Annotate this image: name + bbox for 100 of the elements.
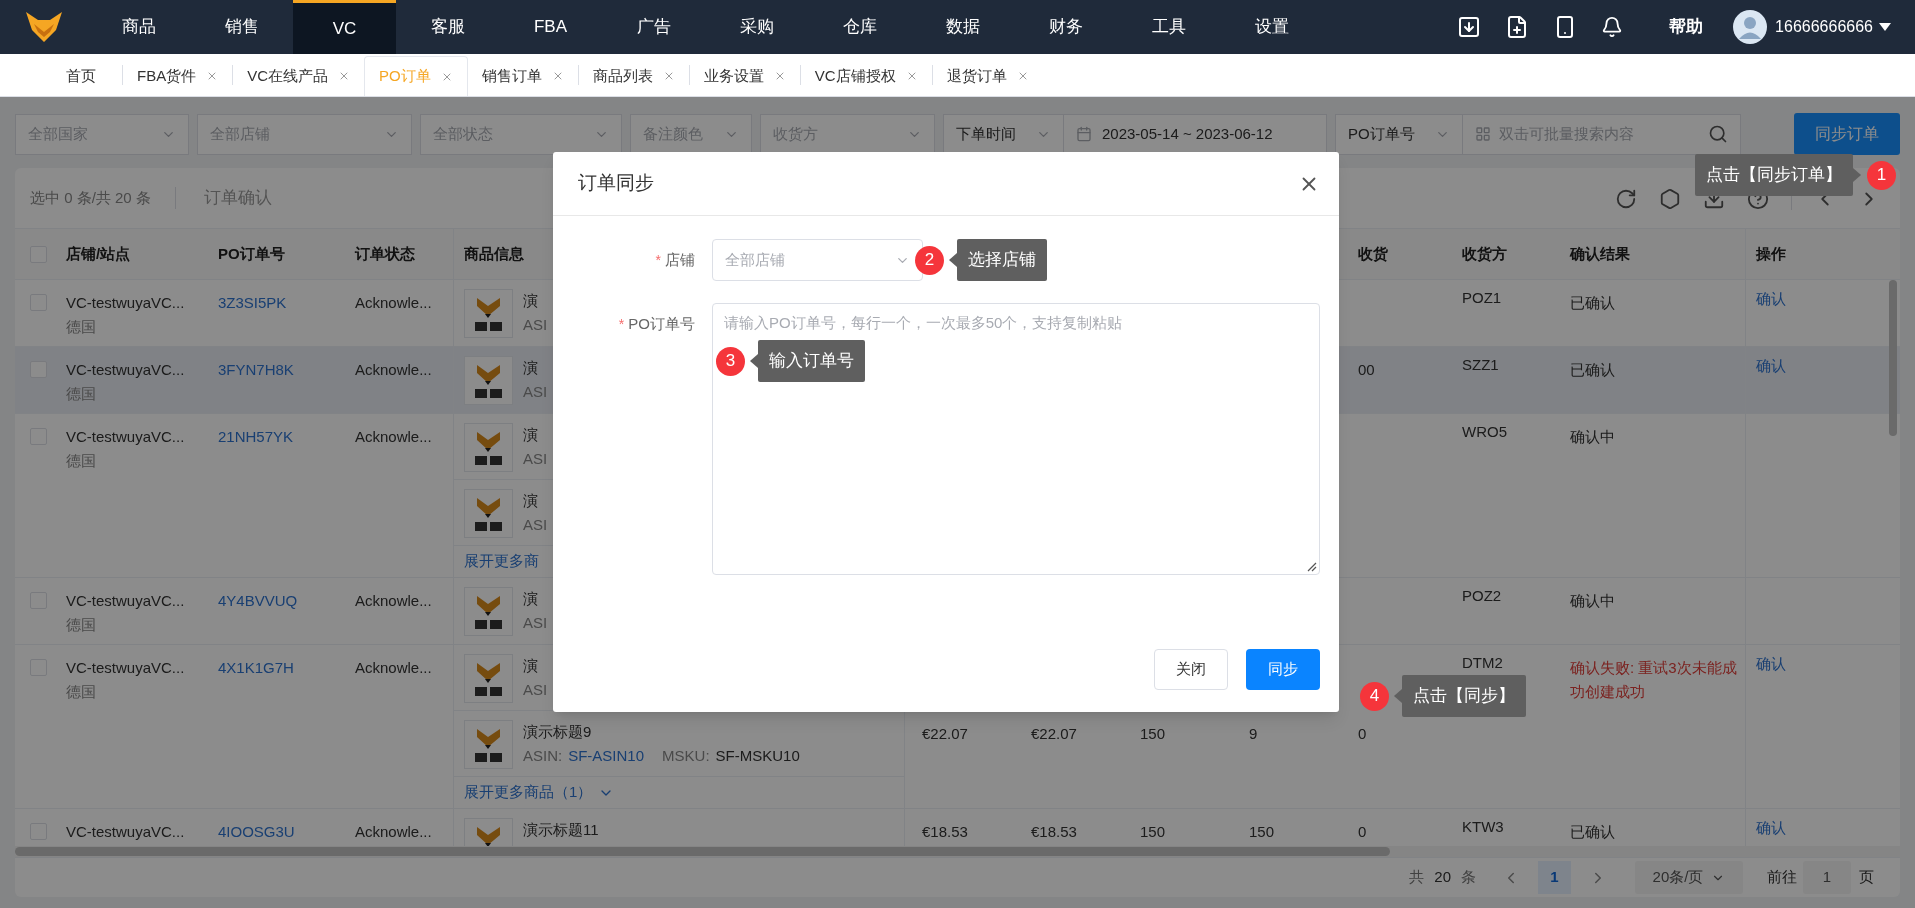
total-label: 条 xyxy=(1461,867,1476,888)
close-button[interactable]: 关闭 xyxy=(1154,649,1228,690)
receiver-code: POZ2 xyxy=(1462,587,1502,604)
store-name: VC-testwuyaVC... xyxy=(66,822,186,842)
po-number-link[interactable]: 3Z3SI5PK xyxy=(218,294,287,311)
nav-item[interactable]: 数据 xyxy=(911,0,1014,54)
store-name: VC-testwuyaVC... xyxy=(66,293,186,313)
po-number-link[interactable]: 21NH57YK xyxy=(218,428,294,445)
msku-value: SF-MSKU10 xyxy=(715,746,800,766)
required-mark: * xyxy=(655,250,661,270)
asin-label: ASI xyxy=(523,680,548,700)
site-name: 德国 xyxy=(66,682,97,702)
refresh-icon[interactable] xyxy=(1615,188,1637,210)
order-status: Acknowle... xyxy=(355,427,433,447)
search-icon[interactable] xyxy=(1708,124,1728,144)
asin-label: ASI xyxy=(523,613,548,633)
pointer-arrow-icon xyxy=(1394,689,1402,703)
page-tab[interactable]: VC在线产品 xyxy=(233,56,365,96)
page-tab[interactable]: 销售订单 xyxy=(467,56,578,96)
date-range-field[interactable]: 2023-05-14 ~ 2023-06-12 xyxy=(1064,113,1327,155)
expand-more-link[interactable]: 展开更多商 xyxy=(464,550,539,573)
nav-item[interactable]: 设置 xyxy=(1220,0,1323,54)
caret-icon[interactable] xyxy=(1879,23,1891,31)
page-size-select[interactable]: 20条/页 xyxy=(1635,861,1743,894)
field-label: 店铺 xyxy=(665,249,695,270)
confirm-link[interactable]: 确认 xyxy=(1756,655,1786,672)
nav-item[interactable]: 客服 xyxy=(396,0,499,54)
search-type-select[interactable]: PO订单号 xyxy=(1335,113,1463,155)
store-name: VC-testwuyaVC... xyxy=(66,658,186,678)
pointer-arrow-icon xyxy=(1853,168,1861,182)
confirm-result: 确认失败: 重试3次未能成功创建成功 xyxy=(1570,659,1737,700)
store-name: VC-testwuyaVC... xyxy=(66,427,186,447)
confirm-link[interactable]: 确认 xyxy=(1756,819,1786,836)
page-number[interactable]: 1 xyxy=(1538,861,1571,894)
po-number-link[interactable]: 3FYN7H8K xyxy=(218,361,294,378)
table-cell: 00 xyxy=(1358,361,1375,378)
page-tab[interactable]: 退货订单 xyxy=(932,56,1043,96)
nav-item[interactable]: FBA xyxy=(499,0,602,54)
scrollbar-thumb[interactable] xyxy=(1889,280,1897,436)
goto-label: 页 xyxy=(1859,867,1874,888)
receiver-code: POZ1 xyxy=(1462,289,1502,306)
user-name[interactable]: 16666666666 xyxy=(1775,15,1873,39)
settings-icon[interactable] xyxy=(1659,188,1681,210)
goto-page-field[interactable]: 1 xyxy=(1803,861,1851,894)
product-title: 演 xyxy=(523,491,539,511)
column-header: 收货方 xyxy=(1462,243,1507,264)
table-cell: 150 xyxy=(1140,725,1166,742)
asin-link[interactable]: SF-ASIN10 xyxy=(568,744,645,768)
page-tab[interactable]: 业务设置 xyxy=(689,56,800,96)
product-title: 演 xyxy=(523,291,539,311)
resize-handle-icon[interactable] xyxy=(1307,562,1317,572)
nav-item[interactable]: 销售 xyxy=(190,0,293,54)
table-cell: 0 xyxy=(1358,823,1367,840)
nav-item[interactable]: 广告 xyxy=(602,0,705,54)
product-title: 演 xyxy=(523,425,539,445)
receiver-code: WRO5 xyxy=(1462,423,1507,440)
step-badge: 3 xyxy=(716,346,745,376)
product-title: 演示标题11 xyxy=(523,820,599,840)
confirm-link[interactable]: 确认 xyxy=(1756,357,1786,374)
po-number-link[interactable]: 4IOOSG3U xyxy=(218,823,295,840)
table-cell: €22.07 xyxy=(922,725,968,742)
scrollbar-thumb[interactable] xyxy=(15,847,1390,856)
confirm-result: 已确认 xyxy=(1570,361,1615,378)
nav-item[interactable]: 仓库 xyxy=(808,0,911,54)
asin-label: ASI xyxy=(523,449,548,469)
product-title: 演示标题9 xyxy=(523,722,593,742)
help-link[interactable]: 帮助 xyxy=(1669,14,1704,40)
confirm-result: 确认中 xyxy=(1570,592,1615,609)
table-cell: €22.07 xyxy=(1031,725,1077,742)
confirm-link[interactable]: 确认 xyxy=(1756,290,1786,307)
sync-button[interactable]: 同步 xyxy=(1246,649,1320,690)
receiver-code: SZZ1 xyxy=(1462,356,1499,373)
nav-item[interactable]: 商品 xyxy=(87,0,190,54)
receiver-code: DTM2 xyxy=(1462,654,1503,671)
nav-item[interactable]: 采购 xyxy=(705,0,808,54)
date-type-select[interactable]: 下单时间 xyxy=(943,113,1064,155)
po-number-link[interactable]: 4Y4BVVUQ xyxy=(218,592,298,609)
step-badge: 1 xyxy=(1867,160,1896,190)
bell-icon[interactable] xyxy=(1601,16,1624,38)
site-name: 德国 xyxy=(66,451,97,471)
expand-more-link[interactable]: 展开更多商品（1） xyxy=(464,781,615,804)
page-tab[interactable]: 商品列表 xyxy=(578,56,689,96)
page-tab[interactable]: FBA货件 xyxy=(123,56,233,96)
download-icon[interactable] xyxy=(1457,15,1482,39)
table-cell: 0 xyxy=(1358,725,1367,742)
nav-item[interactable]: 工具 xyxy=(1117,0,1220,54)
pointer-arrow-icon xyxy=(750,354,758,368)
grid-icon[interactable] xyxy=(1475,126,1491,142)
column-header: 操作 xyxy=(1756,243,1786,264)
nav-item[interactable]: VC xyxy=(293,0,396,54)
order-status: Acknowle... xyxy=(355,360,433,380)
site-name: 德国 xyxy=(66,317,97,337)
po-number-link[interactable]: 4X1K1G7H xyxy=(218,659,294,676)
nav-item[interactable]: 财务 xyxy=(1014,0,1117,54)
asin-label: ASIN: xyxy=(523,746,563,766)
page-tab[interactable]: 首页 xyxy=(40,56,122,96)
page-tab[interactable]: VC店铺授权 xyxy=(800,56,932,96)
avatar-icon[interactable] xyxy=(1733,10,1768,44)
confirm-result: 确认中 xyxy=(1570,428,1615,445)
msku-label: MSKU: xyxy=(662,746,710,766)
